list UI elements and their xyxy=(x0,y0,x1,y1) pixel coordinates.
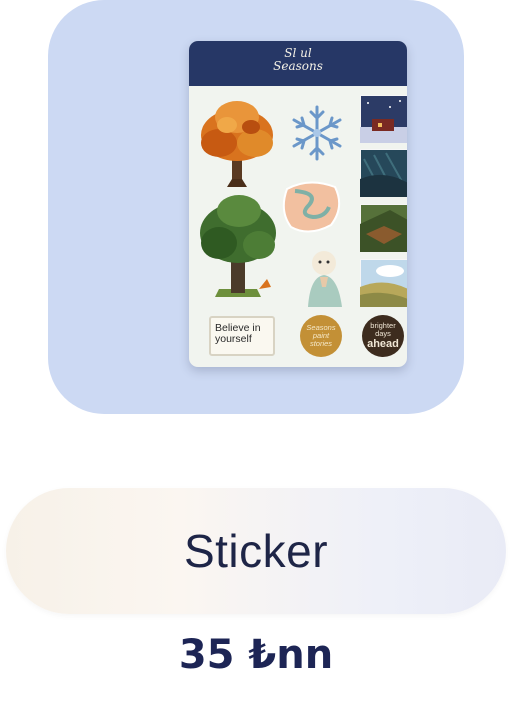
brighter-days-ahead-badge: brighter days ahead xyxy=(362,315,404,357)
green-tree-sticker xyxy=(200,195,276,297)
product-title-pill[interactable]: Sticker xyxy=(6,488,506,614)
character-figure-sticker xyxy=(308,251,342,307)
believe-in-yourself-sticker: Believe in yourself xyxy=(209,316,275,356)
snowflake-sticker xyxy=(292,105,342,161)
logo-bottom-text: Seasons xyxy=(273,59,323,73)
sticker-sheet-image: Sl ul Seasons Believe in yourself Season… xyxy=(189,41,407,367)
green-roof-photo-sticker xyxy=(360,204,407,252)
soul-seasons-logo: Sl ul Seasons xyxy=(189,47,407,72)
autumn-tree-sticker xyxy=(201,101,273,187)
logo-top-text: Sl ul xyxy=(284,46,312,60)
product-title: Sticker xyxy=(183,525,329,577)
seasons-paint-stories-badge: Seasons paint stories xyxy=(300,315,342,357)
rain-scene-photo-sticker xyxy=(360,149,407,197)
badge-dark-line-2: ahead xyxy=(367,338,399,350)
river-map-sticker xyxy=(282,181,341,233)
sunny-field-photo-sticker xyxy=(360,259,407,307)
believe-in-yourself-text: Believe in yourself xyxy=(215,322,261,345)
product-price: 35 ₺nn xyxy=(178,632,334,678)
winter-cabin-photo-sticker xyxy=(360,95,407,143)
product-tile[interactable]: Sl ul Seasons Believe in yourself Season… xyxy=(48,0,464,414)
sheet-header: Sl ul Seasons xyxy=(189,41,407,86)
badge-gold-line-3: stories xyxy=(309,339,333,348)
badge-dark-line-1: brighter days xyxy=(370,321,396,338)
